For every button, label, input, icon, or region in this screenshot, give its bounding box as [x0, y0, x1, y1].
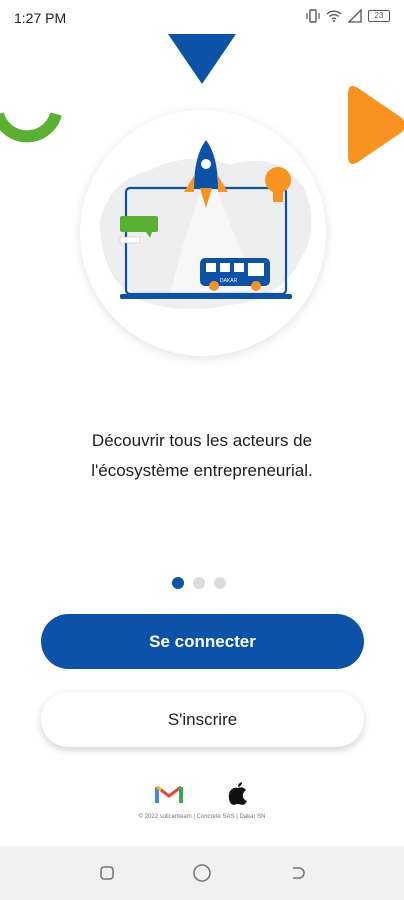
recent-apps-button[interactable] — [95, 861, 119, 885]
illustration-art: DAKAR — [100, 140, 312, 309]
vibrate-icon — [306, 9, 320, 23]
home-icon — [193, 864, 211, 882]
social-login — [0, 782, 404, 806]
page-dot-1[interactable] — [172, 577, 184, 589]
blue-diamond-shape — [168, 34, 236, 84]
status-icons: 23 — [306, 9, 390, 23]
back-button[interactable] — [285, 861, 309, 885]
recent-apps-icon — [100, 866, 115, 880]
status-time: 1:27 PM — [14, 10, 67, 26]
green-arc-shape — [0, 112, 62, 143]
bus-label: DAKAR — [220, 278, 238, 284]
rocket-laptop-illustration: DAKAR — [80, 110, 326, 356]
signal-icon — [348, 9, 362, 23]
signup-button[interactable]: S'inscrire — [41, 692, 364, 747]
system-nav-bar — [0, 846, 404, 900]
back-icon — [292, 867, 305, 879]
apple-icon[interactable] — [227, 782, 249, 806]
wifi-icon — [326, 10, 342, 22]
orange-triangle-shape — [348, 86, 404, 164]
gmail-icon[interactable] — [155, 783, 183, 805]
login-button[interactable]: Se connecter — [41, 614, 364, 669]
tagline-line-1: Découvrir tous les acteurs de — [91, 431, 313, 450]
status-bar: 1:27 PM 23 — [0, 0, 404, 36]
home-button[interactable] — [190, 861, 214, 885]
copyright-footer: © 2022 sollcenteam | Concrete SAS | Daka… — [138, 814, 266, 820]
page-dot-3[interactable] — [214, 577, 226, 589]
battery-icon: 23 — [368, 10, 390, 22]
onboarding-tagline: Découvrir tous les acteurs de l'écosystè… — [40, 426, 364, 486]
page-dot-2[interactable] — [193, 577, 205, 589]
tagline-line-2: l'écosystème entrepreneurial. — [91, 461, 313, 480]
page-indicator — [172, 577, 226, 589]
onboarding-screen: 1:27 PM 23 DAKAR Découvrir tous les acte… — [0, 0, 404, 900]
